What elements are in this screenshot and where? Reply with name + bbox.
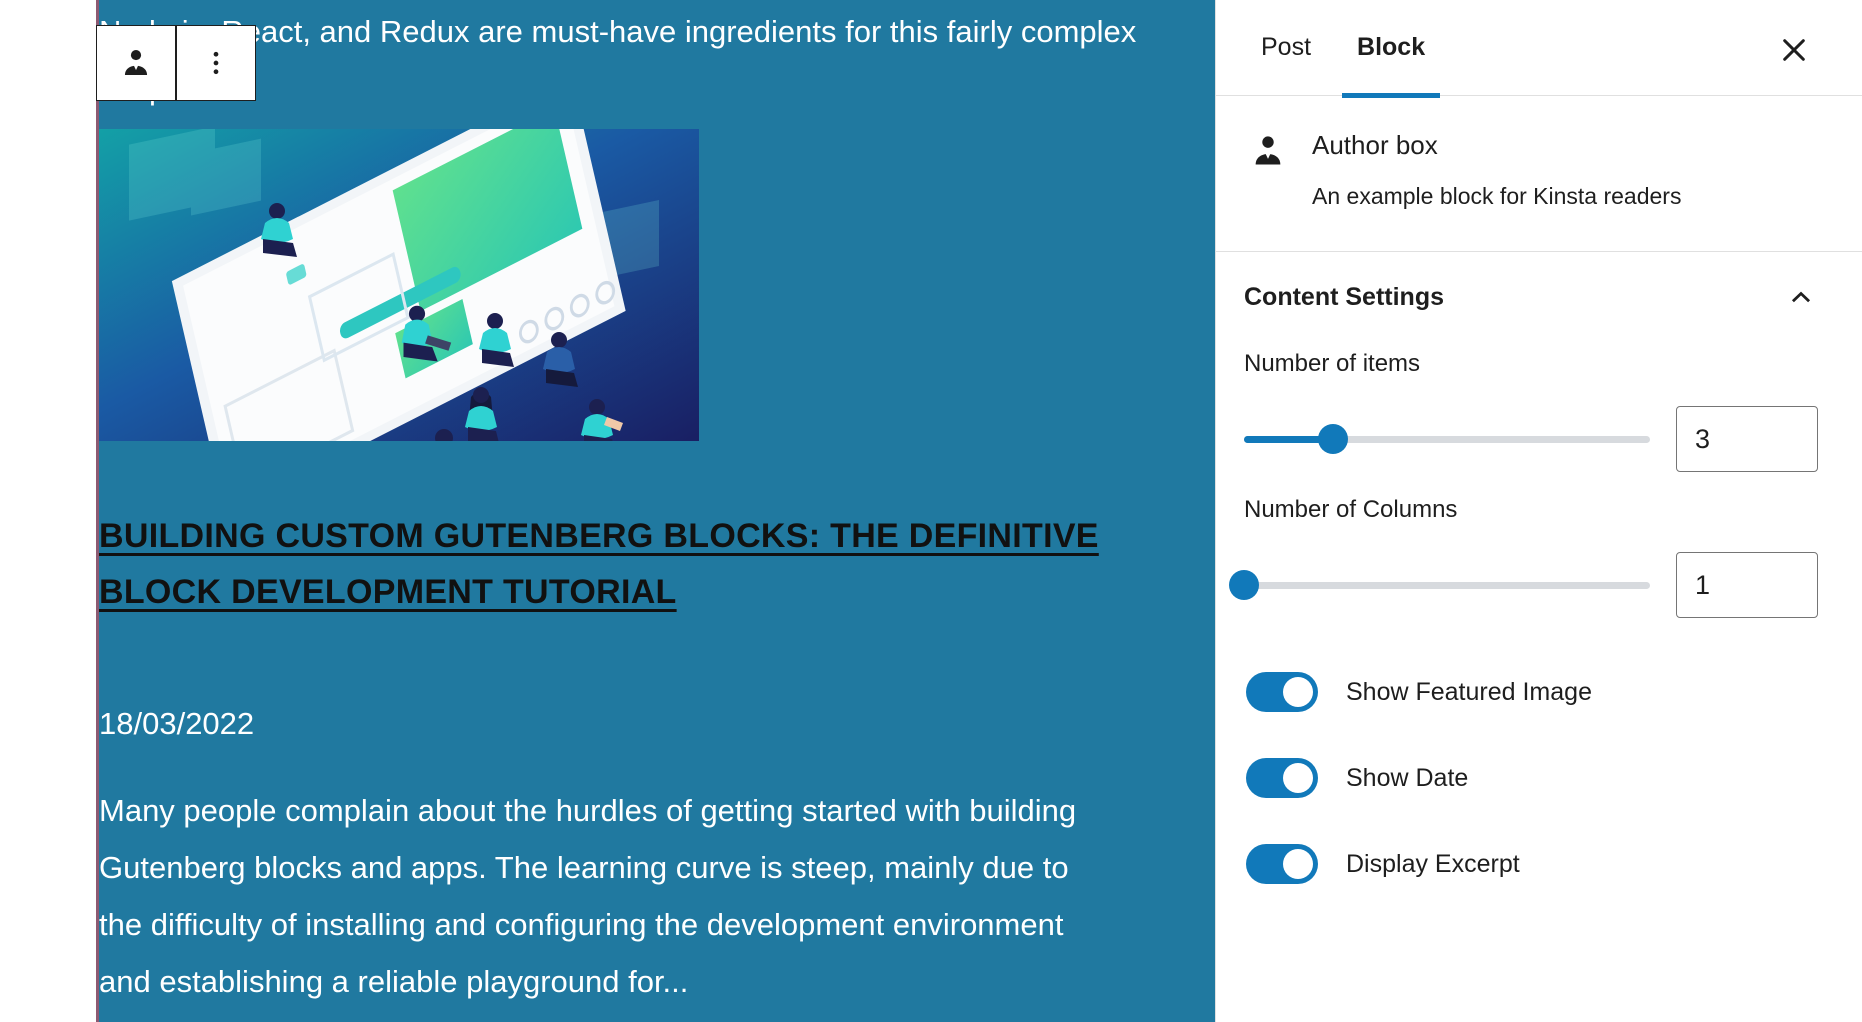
author-box-icon [124,49,148,76]
block-card-title: Author box [1312,130,1438,160]
number-of-columns-slider[interactable] [1229,568,1650,602]
field-number-of-items: Number of items [1244,350,1818,472]
gutenberg-editor-window: development environment. In addition, a … [0,0,1862,1022]
more-options-icon [213,51,218,75]
chevron-up-icon [1791,291,1811,303]
tab-block-label: Block [1357,33,1426,61]
number-of-columns-input[interactable] [1676,552,1818,618]
show-date-label: Show Date [1346,763,1469,792]
block-card: Author box An example block for Kinsta r… [1216,96,1862,252]
content-settings-panel: Content Settings Number of items 3 Numbe… [1216,252,1862,662]
display-excerpt-toggle[interactable] [1246,844,1318,884]
number-of-items-label: Number of items [1244,350,1421,377]
toggle-knob [1283,763,1313,793]
block-card-icon-wrap [1246,128,1290,170]
block-card-description: An example block for Kinsta readers [1312,183,1682,209]
number-of-items-slider[interactable] [1244,422,1650,456]
display-excerpt-label: Display Excerpt [1346,849,1520,878]
tab-block[interactable]: Block [1334,0,1448,98]
number-of-items-input[interactable] [1676,406,1818,472]
collapse-panel-button[interactable] [1784,280,1818,314]
featured-image-illustration [99,129,699,441]
slider-track [1244,581,1650,589]
block-toolbar[interactable] [96,25,256,101]
author-box-icon [1255,136,1281,165]
slider-thumb[interactable] [1229,570,1259,600]
post-date: 18/03/2022 [99,706,255,741]
paragraph-top[interactable]: development environment. In addition, a … [99,0,1194,117]
tab-post[interactable]: Post [1238,0,1334,96]
tab-post-label: Post [1261,33,1312,61]
post-heading-link[interactable]: Building Custom Gutenberg Blocks: The De… [99,517,1099,611]
close-icon [1783,39,1805,61]
post-excerpt: Many people complain about the hurdles o… [99,793,1077,999]
toggle-knob [1283,849,1313,879]
toggle-row-display-excerpt: Display Excerpt [1244,844,1818,884]
slider-thumb[interactable] [1318,424,1349,454]
post-content-block[interactable]: development environment. In addition, a … [96,0,1215,1022]
show-date-toggle[interactable] [1246,758,1318,798]
toggle-row-show-featured-image: Show Featured Image [1244,672,1818,712]
number-of-columns-control [1229,552,1818,618]
content-settings-header[interactable]: Content Settings [1244,280,1818,314]
post-heading[interactable]: Building Custom Gutenberg Blocks: The De… [99,508,1159,620]
toggle-row-show-date: Show Date [1244,758,1818,798]
sidebar-tabs: Post Block [1216,0,1862,98]
close-settings-button[interactable] [1768,24,1820,76]
more-options-button[interactable] [176,26,255,100]
number-of-items-control [1244,406,1818,472]
toggles-group: Show Featured Image Show Date Display Ex… [1216,662,1862,930]
featured-image[interactable] [99,129,699,441]
field-number-of-columns: Number of Columns [1229,496,1818,618]
block-card-body: Author box An example block for Kinsta r… [1312,128,1818,215]
editor-canvas-area: development environment. In addition, a … [0,0,1215,1022]
block-type-button[interactable] [97,26,175,100]
show-featured-image-label: Show Featured Image [1346,677,1592,706]
show-featured-image-toggle[interactable] [1246,672,1318,712]
content-settings-title: Content Settings [1244,282,1444,311]
settings-sidebar: Post Block Author box An example block f… [1215,0,1862,1022]
number-of-columns-label: Number of Columns [1244,496,1458,523]
toggle-knob [1283,677,1313,707]
